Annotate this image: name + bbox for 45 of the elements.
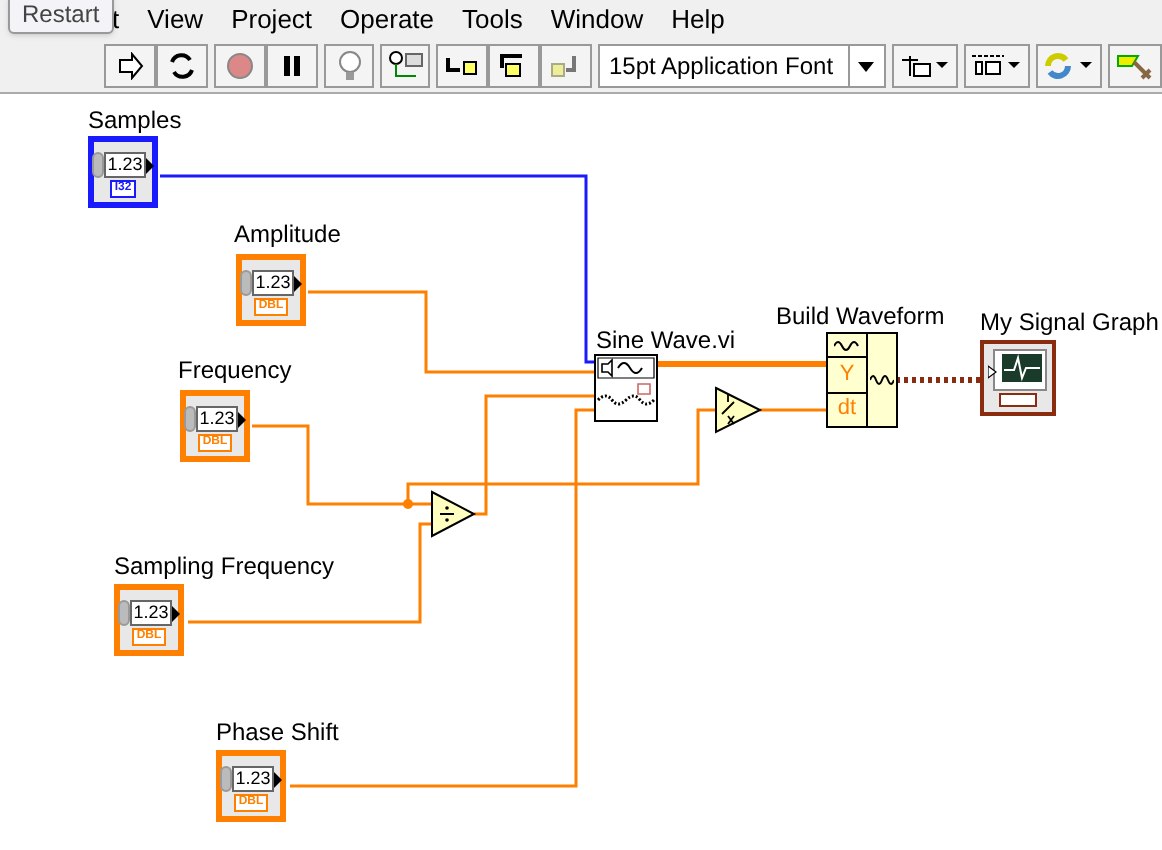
terminal-label: Sampling Frequency bbox=[114, 554, 335, 578]
waveform-icon bbox=[870, 374, 894, 386]
step-into-icon[interactable] bbox=[436, 44, 489, 88]
waveform-graph-terminal[interactable] bbox=[980, 340, 1056, 416]
distribute-objects-icon[interactable] bbox=[963, 44, 1030, 88]
terminal-label: Phase Shift bbox=[216, 720, 339, 744]
wire-junction bbox=[403, 499, 413, 509]
node-label: Sine Wave.vi bbox=[596, 328, 736, 352]
font-dropdown[interactable]: 15pt Application Font bbox=[598, 44, 886, 88]
menu-item[interactable]: Tools bbox=[462, 0, 523, 40]
terminal-value: 1.23 bbox=[231, 766, 275, 792]
reciprocal-sign-icon bbox=[721, 393, 735, 425]
sine-wave-node[interactable] bbox=[594, 354, 658, 422]
port-label: dt bbox=[835, 394, 859, 425]
terminal-value: 1.23 bbox=[103, 152, 147, 178]
pause-icon[interactable] bbox=[266, 44, 318, 88]
terminal-value: 1.23 bbox=[251, 270, 295, 296]
divide-sign-icon bbox=[439, 506, 455, 522]
terminal-value: 1.23 bbox=[129, 600, 173, 626]
run-continuously-icon[interactable] bbox=[156, 44, 208, 88]
wire bbox=[760, 408, 826, 412]
cleanup-diagram-icon[interactable] bbox=[1107, 44, 1162, 88]
menu-item[interactable]: Project bbox=[231, 0, 313, 40]
terminal-label: Frequency bbox=[178, 358, 292, 382]
graph-icon bbox=[988, 348, 1048, 408]
menu-item[interactable]: Operate bbox=[340, 0, 435, 40]
step-out-icon[interactable] bbox=[540, 44, 593, 88]
node-label: My Signal Graph bbox=[980, 310, 1159, 334]
terminal-label: Samples bbox=[88, 108, 182, 132]
menu-item[interactable]: Window bbox=[550, 0, 644, 40]
caret-icon bbox=[858, 61, 875, 71]
reciprocal-node[interactable] bbox=[715, 386, 763, 434]
wire bbox=[896, 377, 980, 383]
divide-node[interactable] bbox=[431, 490, 477, 538]
retain-values-icon[interactable] bbox=[380, 44, 431, 88]
node-label: Build Waveform bbox=[776, 304, 945, 328]
menu-item[interactable]: View bbox=[147, 0, 204, 40]
align-objects-icon[interactable] bbox=[891, 44, 958, 88]
menu-item[interactable]: Help bbox=[671, 0, 725, 40]
tooltip: Restart bbox=[8, 0, 114, 34]
waveform-icon bbox=[833, 339, 861, 351]
terminal-label: Amplitude bbox=[234, 222, 341, 246]
step-over-icon[interactable] bbox=[488, 44, 541, 88]
port-label: Y bbox=[828, 358, 866, 393]
terminal-value: 1.23 bbox=[195, 406, 239, 432]
